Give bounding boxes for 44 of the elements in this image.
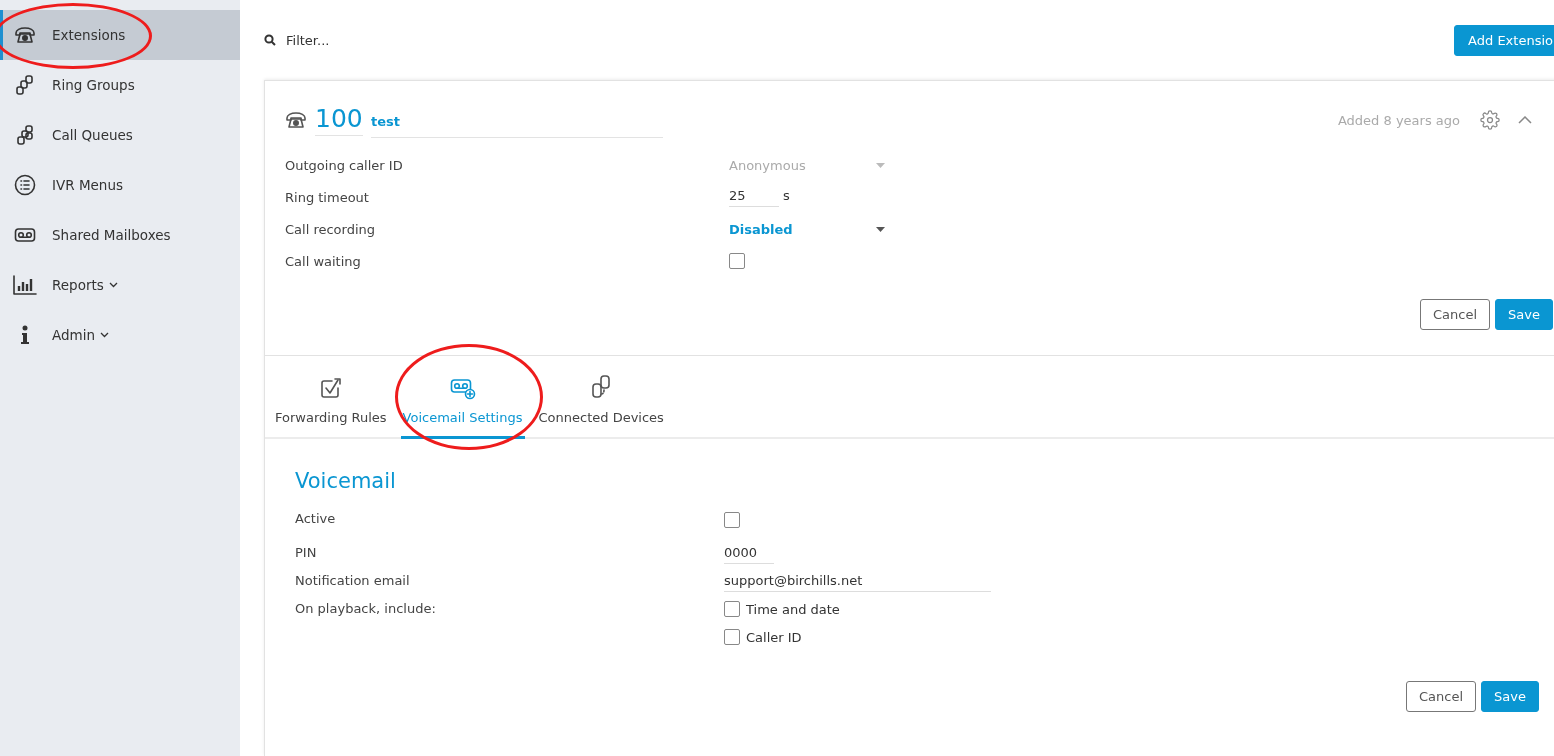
field-label: Active <box>295 511 336 526</box>
checkbox-arrow-icon <box>318 376 343 400</box>
input-field[interactable]: support@birchills.net <box>724 573 991 592</box>
field-label: Ring timeout <box>285 189 369 205</box>
sidebar-item[interactable]: IVR Menus <box>0 160 240 210</box>
voicemail-icon <box>13 227 37 243</box>
dropdown-caret-icon <box>876 226 885 232</box>
collapse-icon[interactable] <box>1518 116 1532 124</box>
sidebar-item[interactable]: Reports <box>0 260 240 310</box>
sidebar-item[interactable]: Shared Mailboxes <box>0 210 240 260</box>
phone-icon <box>285 111 307 129</box>
sidebar-item[interactable]: Admin <box>0 310 240 360</box>
voicemail-plus-icon <box>449 378 476 400</box>
list-icon <box>13 174 37 196</box>
checkbox-label: Time and date <box>746 601 840 617</box>
checkbox-label: Caller ID <box>746 629 802 645</box>
field-label: PIN <box>295 545 317 560</box>
checkbox[interactable] <box>724 601 740 617</box>
added-date: Added 8 years ago <box>1337 112 1460 128</box>
field-label: Call recording <box>285 221 376 237</box>
sidebar-item[interactable]: Extensions <box>0 10 240 60</box>
phone-icon <box>13 26 37 44</box>
cancel-button[interactable]: Cancel <box>1420 299 1491 330</box>
dropdown-caret-icon <box>876 162 885 168</box>
bar-chart-icon <box>13 275 37 295</box>
cancel-button[interactable]: Cancel <box>1406 681 1477 712</box>
field-label: On playback, include: <box>295 601 436 616</box>
section-title: Voicemail <box>295 469 397 493</box>
devices-icon <box>590 374 613 400</box>
tab[interactable]: Connected Devices <box>536 356 666 439</box>
unit-label: s <box>783 187 790 203</box>
sidebar-item[interactable]: Ring Groups <box>0 60 240 110</box>
tab[interactable]: Forwarding Rules <box>273 356 389 439</box>
field-label: Notification email <box>295 573 410 588</box>
checkbox[interactable] <box>729 253 745 270</box>
input-field[interactable]: 0000 <box>724 545 774 564</box>
field-label: Outgoing caller ID <box>285 157 403 173</box>
sidebar-item[interactable]: Call Queues <box>0 110 240 160</box>
checkbox[interactable] <box>724 629 740 645</box>
checkbox[interactable] <box>724 511 740 528</box>
search-icon <box>264 34 276 46</box>
number-field[interactable]: 25 <box>729 187 779 207</box>
settings-icon[interactable] <box>1480 110 1500 130</box>
field-label: Call waiting <box>285 253 361 269</box>
